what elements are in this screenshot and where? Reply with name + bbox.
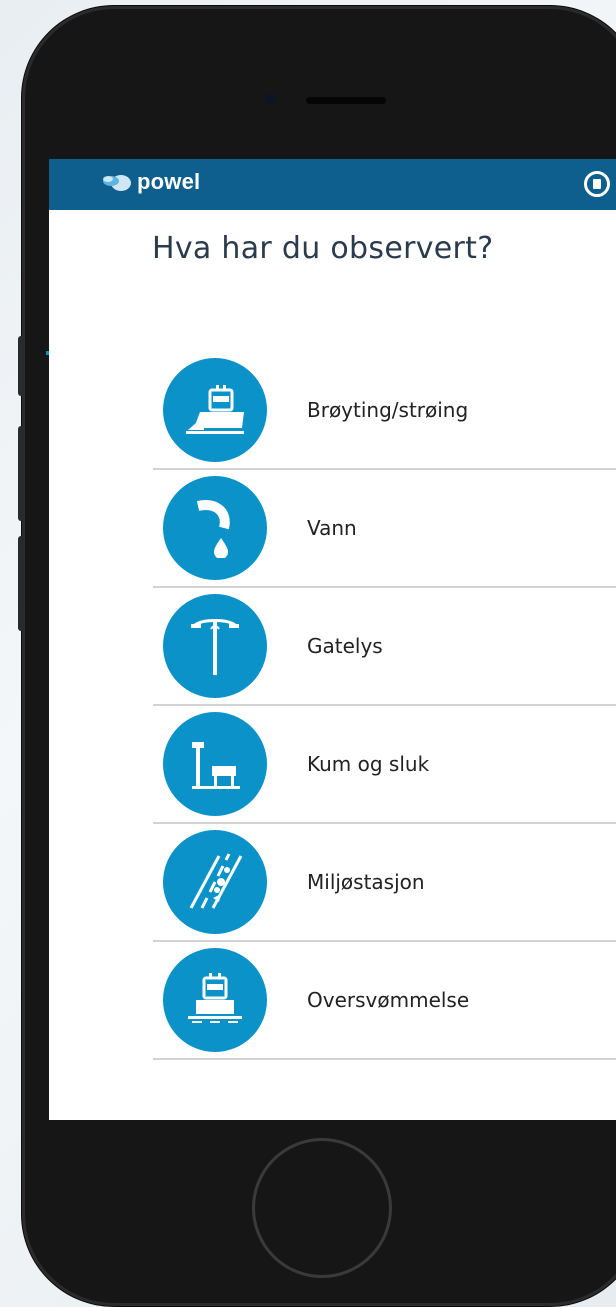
snowplow-icon <box>163 358 267 462</box>
category-list: Brøyting/strøing Vann Gatelys Kum og slu… <box>153 352 616 1060</box>
drain-icon <box>163 712 267 816</box>
phone-screen: powel Hva har du observert? Brøyting/str… <box>49 159 616 1120</box>
list-item-broyting[interactable]: Brøyting/strøing <box>153 352 616 470</box>
logo-text: powel <box>137 169 201 194</box>
list-item-vann[interactable]: Vann <box>153 470 616 588</box>
list-item-label: Gatelys <box>307 634 383 658</box>
list-item-label: Miljøstasjon <box>307 870 425 894</box>
list-item-gatelys[interactable]: Gatelys <box>153 588 616 706</box>
powel-logo: powel <box>101 169 200 195</box>
volume-down-button <box>18 536 24 631</box>
menu-icon[interactable] <box>584 171 610 197</box>
list-item-label: Kum og sluk <box>307 752 430 776</box>
volume-up-button <box>18 426 24 521</box>
list-item-label: Brøyting/strøing <box>307 398 469 422</box>
list-item-label: Oversvømmelse <box>307 988 470 1012</box>
home-button[interactable] <box>252 1138 392 1278</box>
earpiece-speaker <box>306 97 386 104</box>
flood-icon <box>163 948 267 1052</box>
list-item-kum[interactable]: Kum og sluk <box>153 706 616 824</box>
app-header: powel <box>49 159 616 210</box>
water-tap-icon <box>163 476 267 580</box>
mute-switch <box>18 336 24 396</box>
powel-logo-icon <box>101 171 133 193</box>
list-item-miljostasjon[interactable]: Miljøstasjon <box>153 824 616 942</box>
road-debris-icon <box>163 830 267 934</box>
streetlight-icon <box>163 594 267 698</box>
page-title: Hva har du observert? <box>152 231 494 266</box>
list-item-oversvommelse[interactable]: Oversvømmelse <box>153 942 616 1060</box>
list-item-label: Vann <box>307 516 357 540</box>
front-camera <box>266 94 276 104</box>
